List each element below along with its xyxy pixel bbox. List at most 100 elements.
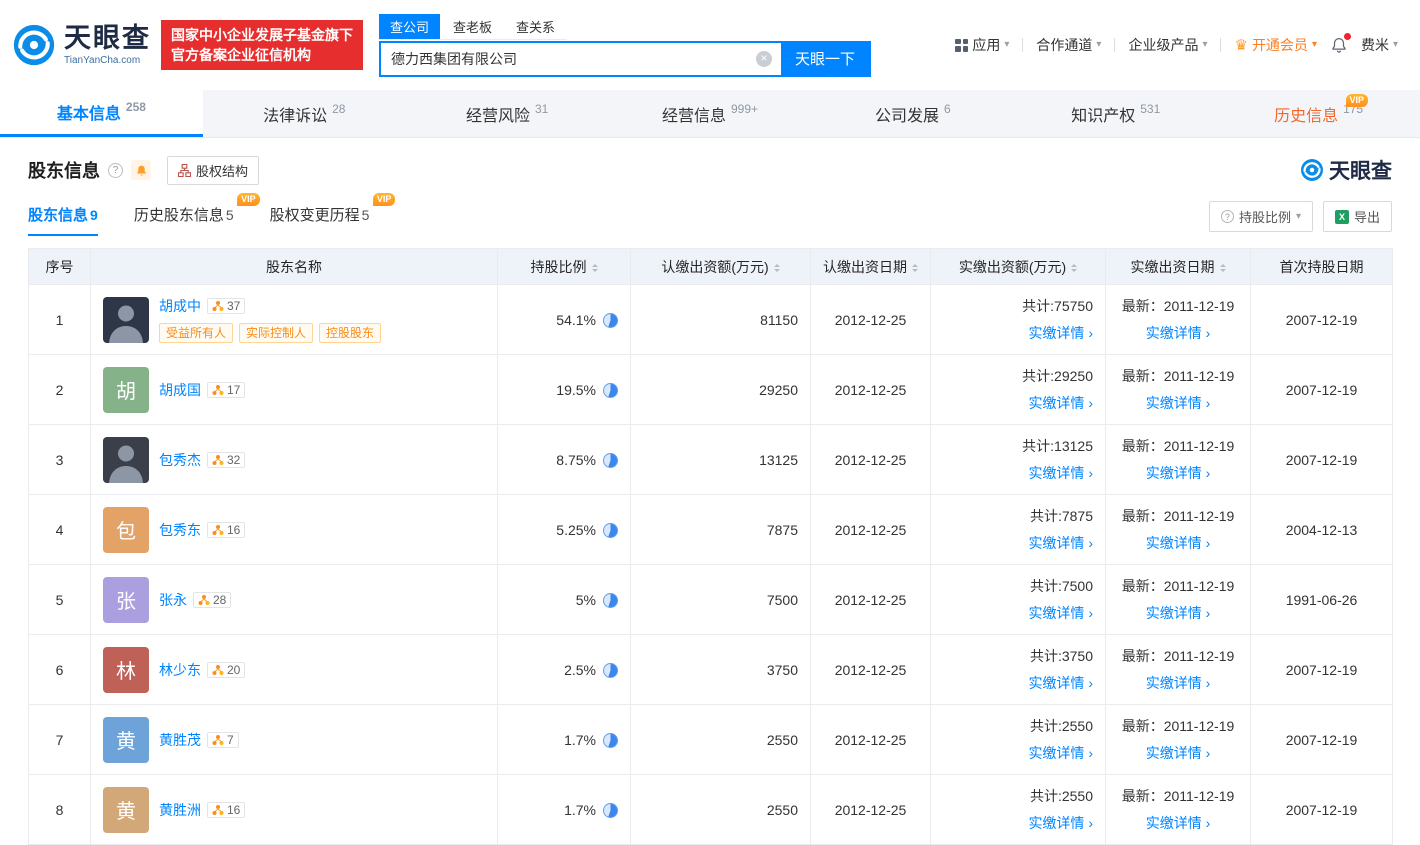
- paid-date-detail-link[interactable]: 实缴详情: [1118, 393, 1238, 413]
- sort-icon[interactable]: [1071, 263, 1078, 273]
- shareholder-avatar[interactable]: [103, 436, 149, 483]
- first-holding-date: 2007-12-19: [1250, 424, 1393, 496]
- shareholder-name-cell: 黄 黄胜洲 16: [90, 774, 498, 845]
- sort-icon[interactable]: [591, 263, 598, 273]
- relation-graph-badge[interactable]: 16: [207, 521, 246, 538]
- subscribed-amount: 29250: [630, 354, 811, 426]
- equity-pie-icon[interactable]: [603, 592, 618, 608]
- section-header: 股东信息 ? 股权结构 天眼查: [28, 155, 1392, 185]
- ratio-filter-button[interactable]: ? 持股比例 ▾: [1208, 201, 1313, 232]
- shareholder-name-link[interactable]: 张永: [159, 590, 187, 610]
- paid-detail-link[interactable]: 实缴详情: [943, 323, 1093, 343]
- paid-date-detail-link[interactable]: 实缴详情: [1118, 603, 1238, 623]
- paid-date-detail-link[interactable]: 实缴详情: [1118, 533, 1238, 553]
- column-header[interactable]: 实缴出资额(万元): [930, 248, 1106, 285]
- paid-date-detail-link[interactable]: 实缴详情: [1118, 743, 1238, 763]
- help-icon[interactable]: ?: [108, 162, 123, 178]
- paid-date-detail-link[interactable]: 实缴详情: [1118, 323, 1238, 343]
- relation-graph-badge[interactable]: 37: [207, 298, 246, 314]
- paid-detail-link[interactable]: 实缴详情: [943, 603, 1093, 623]
- shareholder-avatar[interactable]: 包: [103, 506, 149, 553]
- equity-pie-icon[interactable]: [603, 732, 618, 748]
- paid-detail-link[interactable]: 实缴详情: [943, 533, 1093, 553]
- main-tab[interactable]: 知识产权 531: [1014, 90, 1217, 137]
- main-tab[interactable]: 经营风险 31: [406, 90, 609, 137]
- paid-latest-date: 最新：2011-12-19: [1121, 718, 1235, 735]
- paid-detail-link[interactable]: 实缴详情: [943, 673, 1093, 693]
- equity-pie-icon[interactable]: [603, 802, 618, 818]
- relation-graph-badge[interactable]: 7: [207, 731, 239, 748]
- main-tab[interactable]: 经营信息 999+: [609, 90, 812, 137]
- shareholder-avatar[interactable]: 林: [103, 646, 149, 693]
- relation-graph-badge[interactable]: 28: [193, 591, 232, 608]
- column-header[interactable]: 实缴出资日期: [1105, 248, 1251, 285]
- shareholder-name-link[interactable]: 胡成中: [159, 296, 201, 316]
- main-tab[interactable]: 法律诉讼 28: [203, 90, 406, 137]
- relation-graph-badge[interactable]: 20: [207, 661, 246, 678]
- shareholder-subtab[interactable]: 股权变更历程 5 VIP: [270, 193, 396, 236]
- paid-date-detail-link[interactable]: 实缴详情: [1118, 463, 1238, 483]
- column-header[interactable]: 持股比例: [497, 248, 631, 285]
- search-button[interactable]: 天眼一下: [781, 42, 869, 75]
- nav-open-vip[interactable]: ♛ 开通会员 ▾: [1234, 35, 1316, 55]
- nav-user[interactable]: 费米 ▾: [1361, 35, 1398, 55]
- column-header[interactable]: 认缴出资日期: [810, 248, 931, 285]
- paid-latest-date: 最新：2011-12-19: [1121, 648, 1235, 665]
- shareholder-name-cell: 包秀杰 32: [90, 424, 498, 496]
- notification-bell[interactable]: [1330, 33, 1351, 54]
- export-button[interactable]: X 导出: [1322, 201, 1392, 232]
- subscribed-date: 2012-12-25: [810, 424, 931, 496]
- relation-graph-badge[interactable]: 32: [207, 451, 246, 468]
- shareholder-name-link[interactable]: 林少东: [159, 660, 201, 680]
- sort-icon[interactable]: [773, 263, 780, 273]
- column-header[interactable]: 认缴出资额(万元): [630, 248, 811, 285]
- subscribe-bell-icon[interactable]: [131, 160, 151, 180]
- search-tab[interactable]: 查关系: [505, 14, 566, 39]
- shareholder-name-link[interactable]: 包秀东: [159, 520, 201, 540]
- nav-enterprise[interactable]: 企业级产品 ▾: [1128, 35, 1207, 55]
- shareholder-subtab[interactable]: 历史股东信息 5 VIP: [134, 193, 260, 236]
- paid-amount-cell: 共计:13125 实缴详情: [930, 424, 1106, 496]
- paid-detail-link[interactable]: 实缴详情: [943, 813, 1093, 833]
- equity-structure-button[interactable]: 股权结构: [167, 155, 260, 185]
- sort-icon[interactable]: [912, 263, 918, 273]
- subscribed-date: 2012-12-25: [810, 494, 931, 566]
- equity-pie-icon[interactable]: [603, 662, 618, 678]
- main-tab[interactable]: 历史信息 175 VIP: [1217, 90, 1420, 137]
- paid-detail-link[interactable]: 实缴详情: [943, 743, 1093, 763]
- shareholder-avatar[interactable]: 胡: [103, 366, 149, 413]
- equity-pie-icon[interactable]: [603, 312, 618, 328]
- nav-apps[interactable]: 应用 ▾: [955, 35, 1009, 55]
- equity-pie-icon[interactable]: [603, 382, 618, 398]
- search-input[interactable]: [381, 42, 756, 75]
- shareholder-avatar[interactable]: 黄: [103, 716, 149, 763]
- equity-pie-icon[interactable]: [603, 522, 618, 538]
- shareholder-name-link[interactable]: 包秀杰: [159, 450, 201, 470]
- shareholder-name-link[interactable]: 胡成国: [159, 380, 201, 400]
- paid-detail-link[interactable]: 实缴详情: [943, 463, 1093, 483]
- search-tab[interactable]: 查公司: [379, 13, 441, 39]
- shareholder-name-link[interactable]: 黄胜茂: [159, 730, 201, 750]
- shareholder-name-link[interactable]: 黄胜洲: [159, 800, 201, 820]
- notification-dot: [1343, 33, 1351, 40]
- paid-date-cell: 最新：2011-12-19 实缴详情: [1105, 634, 1251, 706]
- sort-icon[interactable]: [1219, 263, 1226, 273]
- relation-graph-badge[interactable]: 16: [207, 801, 246, 818]
- paid-date-detail-link[interactable]: 实缴详情: [1118, 813, 1238, 833]
- shareholder-avatar[interactable]: [103, 296, 149, 343]
- clear-search-icon[interactable]: ×: [756, 50, 772, 67]
- shareholder-avatar[interactable]: 黄: [103, 786, 149, 833]
- shareholder-subtab[interactable]: 股东信息 9: [28, 204, 98, 236]
- paid-date-cell: 最新：2011-12-19 实缴详情: [1105, 424, 1251, 496]
- paid-date-detail-link[interactable]: 实缴详情: [1118, 673, 1238, 693]
- main-tab[interactable]: 公司发展 6: [811, 90, 1014, 137]
- tianyancha-logo[interactable]: 天眼查 TianYanCha.com: [12, 23, 151, 67]
- main-tab[interactable]: 基本信息 258: [0, 90, 203, 137]
- shareholder-avatar[interactable]: 张: [103, 576, 149, 623]
- equity-pie-icon[interactable]: [603, 452, 618, 468]
- relation-graph-badge[interactable]: 17: [207, 381, 246, 398]
- related-count: 32: [227, 452, 241, 467]
- search-tab[interactable]: 查老板: [442, 14, 503, 39]
- nav-partner[interactable]: 合作通道 ▾: [1036, 35, 1101, 55]
- paid-detail-link[interactable]: 实缴详情: [943, 393, 1093, 413]
